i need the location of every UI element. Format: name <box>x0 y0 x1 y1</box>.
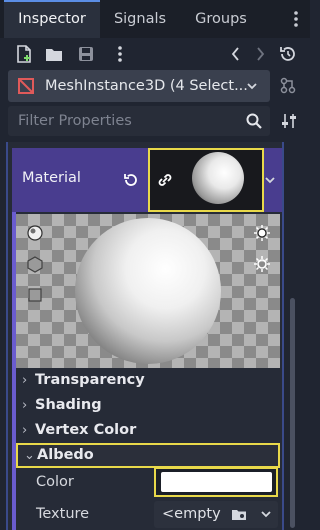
dropdown-icon[interactable] <box>245 79 259 93</box>
material-label: Material <box>22 170 81 186</box>
filter-placeholder: Filter Properties <box>18 113 132 129</box>
light1-icon[interactable] <box>253 224 271 242</box>
node-selector-label: MeshInstance3D (4 Select... <box>45 78 248 94</box>
chevron-right-icon: › <box>22 398 28 413</box>
preview-sphere <box>75 218 221 364</box>
forward-arrow-icon[interactable] <box>250 44 270 64</box>
search-icon <box>245 112 263 130</box>
group-transparency[interactable]: › Transparency <box>16 368 280 393</box>
texture-value: <empty <box>162 506 221 522</box>
filter-sort-icon[interactable] <box>280 112 298 130</box>
light2-icon[interactable] <box>253 255 271 273</box>
sphere-preview-icon[interactable] <box>26 224 44 242</box>
save-icon[interactable] <box>76 44 96 64</box>
node-tree-icon[interactable] <box>278 76 298 96</box>
plane-preview-icon[interactable] <box>27 287 43 303</box>
chevron-right-icon: › <box>22 423 28 438</box>
chevron-right-icon: › <box>22 373 28 388</box>
link-icon[interactable] <box>156 171 174 189</box>
more-vert-icon[interactable] <box>290 9 302 29</box>
history-icon[interactable] <box>278 44 298 64</box>
albedo-color-swatch <box>161 472 272 492</box>
tab-signals[interactable]: Signals <box>100 0 180 38</box>
material-dropdown-icon[interactable] <box>264 174 276 186</box>
folder-load-icon[interactable] <box>231 506 247 522</box>
open-folder-icon[interactable] <box>44 44 64 64</box>
back-arrow-icon[interactable] <box>226 44 246 64</box>
chevron-down-icon: ⌄ <box>24 448 35 463</box>
node-mesh-icon <box>16 77 36 95</box>
inspector-scrollbar[interactable] <box>290 298 295 528</box>
texture-label: Texture <box>36 506 90 522</box>
new-resource-icon[interactable] <box>14 44 34 64</box>
texture-dropdown-icon[interactable] <box>260 508 272 520</box>
tab-inspector[interactable]: Inspector <box>4 0 100 38</box>
color-label: Color <box>36 474 74 490</box>
group-vertex-color[interactable]: › Vertex Color <box>16 418 280 443</box>
revert-icon[interactable] <box>122 171 140 189</box>
group-albedo[interactable]: ⌄ Albedo <box>16 443 280 468</box>
tab-groups[interactable]: Groups <box>180 0 262 38</box>
material-thumbnail <box>192 152 244 204</box>
object-properties-icon[interactable] <box>110 44 130 64</box>
group-shading[interactable]: › Shading <box>16 393 280 418</box>
box-preview-icon[interactable] <box>26 255 44 273</box>
